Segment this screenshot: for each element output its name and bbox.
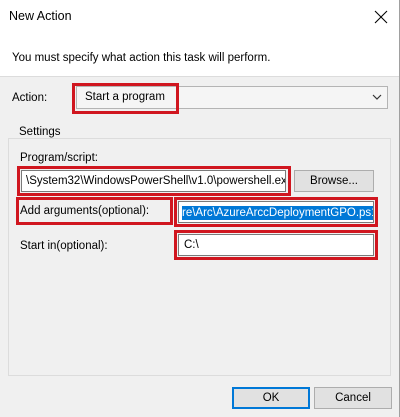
close-button[interactable]	[365, 0, 399, 34]
start-in-label: Start in(optional):	[20, 240, 108, 252]
program-input-value: \System32\WindowsPowerShell\v1.0\powersh…	[26, 175, 286, 187]
action-select[interactable]: Start a program	[76, 86, 388, 109]
ok-button[interactable]: OK	[232, 387, 310, 409]
separator	[0, 76, 399, 77]
window-title: New Action	[9, 9, 72, 23]
action-label: Action:	[12, 92, 48, 104]
action-select-value: Start a program	[85, 91, 165, 103]
cancel-button[interactable]: Cancel	[314, 387, 392, 409]
arguments-input[interactable]: re\Arc\AzureArccDeploymentGPO.ps1'	[178, 201, 374, 223]
program-input[interactable]: \System32\WindowsPowerShell\v1.0\powersh…	[21, 170, 286, 192]
settings-legend: Settings	[16, 126, 64, 138]
title-bar: New Action	[0, 0, 399, 34]
close-icon	[374, 10, 388, 24]
arguments-label: Add arguments(optional):	[20, 205, 150, 217]
instruction-text: You must specify what action this task w…	[12, 52, 271, 64]
chevron-down-icon	[372, 94, 382, 100]
arguments-input-value: re\Arc\AzureArccDeploymentGPO.ps1'	[182, 206, 373, 220]
program-label: Program/script:	[20, 152, 98, 164]
start-in-input-value: C:\	[184, 239, 199, 251]
start-in-input[interactable]: C:\	[178, 234, 374, 256]
new-action-dialog: New Action You must specify what action …	[0, 0, 400, 417]
browse-button[interactable]: Browse...	[294, 170, 374, 192]
